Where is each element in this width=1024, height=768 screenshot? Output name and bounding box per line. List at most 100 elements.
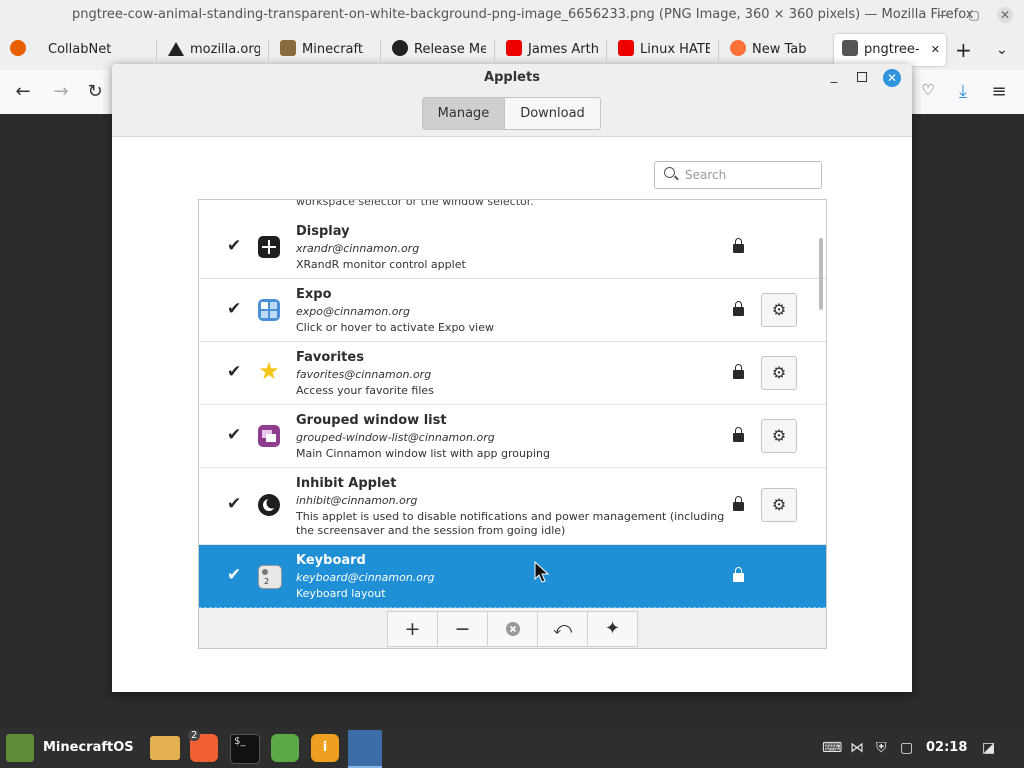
applet-description: Click or hover to activate Expo view — [296, 321, 494, 334]
dialog-minimize-icon[interactable]: _ — [826, 69, 842, 85]
applet-name: Favorites — [296, 350, 364, 365]
checkmark-icon[interactable]: ✔ — [227, 236, 241, 256]
terminal-icon[interactable]: $_ — [230, 734, 260, 764]
tab-list-chevron-icon[interactable]: ⌄ — [996, 34, 1008, 66]
configure-gear-icon[interactable]: ⚙ — [761, 419, 797, 453]
applet-description: Keyboard layout — [296, 587, 386, 600]
applet-row-keyboard[interactable]: ✔ 2 Keyboard keyboard@cinnamon.org Keybo… — [199, 545, 826, 608]
applet-row-expo[interactable]: ✔ Expo expo@cinnamon.org Click or hover … — [199, 279, 826, 342]
clipboard-icon[interactable]: ▢ — [900, 740, 913, 756]
applet-description: Access your favorite files — [296, 384, 434, 397]
reload-icon[interactable]: ↻ — [84, 81, 106, 102]
youtube-icon — [506, 40, 522, 56]
maximize-icon[interactable]: ▢ — [966, 7, 982, 23]
applet-toolbar: + − ⤺ ✦ — [198, 608, 827, 649]
network-icon[interactable]: ⋈ — [850, 740, 864, 756]
taskbar: MinecraftOS 2 $_ i ⌨ ⋈ ⛨ ▢ 02:18 ◪ — [0, 728, 1024, 768]
applet-name: Display — [296, 224, 350, 239]
tab-manage[interactable]: Manage — [422, 97, 505, 130]
tab-close-icon[interactable]: ✕ — [931, 34, 940, 66]
checkmark-icon[interactable]: ✔ — [227, 299, 241, 319]
lock-icon — [733, 427, 744, 442]
keyboard-layout-icon[interactable]: ⌨ — [822, 740, 842, 756]
remove-button[interactable]: − — [437, 611, 488, 647]
search-box[interactable] — [654, 161, 822, 189]
svg-text:2: 2 — [264, 577, 269, 586]
applet-uuid: expo@cinnamon.org — [296, 305, 410, 318]
downloads-icon[interactable]: ⤓ — [952, 81, 974, 102]
menu-hamburger-icon[interactable]: ≡ — [988, 81, 1010, 102]
applet-name: Inhibit Applet — [296, 476, 397, 491]
configure-gear-icon[interactable]: ⚙ — [761, 356, 797, 390]
tab-linux-hate[interactable]: Linux HATE — [618, 34, 710, 66]
firefox-view-icon[interactable] — [10, 34, 30, 66]
tab-mozilla[interactable]: mozilla.org — [168, 34, 260, 66]
checkmark-icon[interactable]: ✔ — [227, 494, 241, 514]
new-tab-button[interactable]: + — [955, 34, 972, 66]
applet-name: Expo — [296, 287, 332, 302]
menu-label[interactable]: MinecraftOS — [43, 740, 134, 755]
list-scrollbar[interactable] — [819, 238, 823, 310]
shield-tray-icon[interactable]: ⛨ — [876, 740, 887, 756]
youtube-icon — [618, 40, 634, 56]
firefox-icon — [730, 40, 746, 56]
minecraft-menu-icon[interactable] — [6, 734, 34, 762]
dialog-maximize-icon[interactable] — [857, 72, 867, 82]
checkmark-icon[interactable]: ✔ — [227, 565, 241, 585]
add-button[interactable]: + — [387, 611, 438, 647]
display-applet-icon — [258, 236, 280, 258]
lock-icon — [733, 301, 744, 316]
lock-icon — [733, 238, 744, 253]
tab-collabnet[interactable]: CollabNet — [48, 34, 148, 66]
minecraft-icon — [280, 40, 296, 56]
folder-icon[interactable] — [150, 736, 180, 760]
lock-icon — [733, 364, 744, 379]
mouse-cursor-icon — [534, 561, 550, 583]
expo-applet-icon — [258, 299, 280, 321]
tab-pngtree[interactable]: pngtree- ✕ — [834, 34, 946, 66]
tab-download[interactable]: Download — [504, 97, 601, 130]
image-icon — [842, 40, 858, 56]
workspace-icon[interactable]: ◪ — [982, 740, 995, 756]
grouped-windows-icon — [258, 425, 280, 447]
search-icon — [664, 167, 675, 178]
pocket-icon[interactable]: ♡ — [917, 81, 939, 99]
close-icon[interactable]: ✕ — [997, 7, 1013, 23]
applet-uuid: favorites@cinnamon.org — [296, 368, 432, 381]
applet-row-favorites[interactable]: ✔ ★ Favorites favorites@cinnamon.org Acc… — [199, 342, 826, 405]
checkmark-icon[interactable]: ✔ — [227, 362, 241, 382]
dialog-close-icon[interactable]: ✕ — [883, 69, 901, 87]
applet-row-inhibit[interactable]: ✔ Inhibit Applet inhibit@cinnamon.org Th… — [199, 468, 826, 545]
minimize-icon[interactable]: — — [935, 7, 951, 23]
list-item[interactable]: workspace selector or the window selecto… — [199, 200, 826, 217]
back-arrow-icon[interactable]: ← — [12, 81, 34, 102]
dialog-header: Applets _ ✕ Manage Download — [112, 64, 912, 137]
applets-dialog: Applets _ ✕ Manage Download workspace se… — [112, 64, 912, 692]
applet-uuid: keyboard@cinnamon.org — [296, 571, 435, 584]
uninstall-button[interactable] — [487, 611, 538, 647]
configure-gear-icon[interactable]: ⚙ — [761, 488, 797, 522]
applet-list[interactable]: workspace selector or the window selecto… — [198, 199, 827, 610]
shield-icon[interactable] — [271, 734, 299, 762]
applet-uuid: inhibit@cinnamon.org — [296, 494, 418, 507]
restore-button[interactable]: ⤺ — [537, 611, 588, 647]
firefox-title-bar: pngtree-cow-animal-standing-transparent-… — [0, 0, 1024, 30]
tab-new-tab[interactable]: New Tab — [730, 34, 822, 66]
more-options-button[interactable]: ✦ — [587, 611, 638, 647]
configure-gear-icon[interactable]: ⚙ — [761, 293, 797, 327]
tab-james-arth[interactable]: James Arth — [506, 34, 598, 66]
checkmark-icon[interactable]: ✔ — [227, 425, 241, 445]
clock[interactable]: 02:18 — [926, 740, 967, 755]
lock-icon — [733, 567, 744, 582]
applets-window-icon[interactable] — [348, 730, 382, 768]
applet-row-display[interactable]: ✔ Display xrandr@cinnamon.org XRandR mon… — [199, 216, 826, 279]
keyboard-applet-icon: 2 — [258, 565, 282, 589]
forward-arrow-icon[interactable]: → — [50, 81, 72, 102]
cancel-circle-icon — [505, 622, 520, 636]
tab-minecraft[interactable]: Minecraft — [280, 34, 372, 66]
dialog-title: Applets — [484, 70, 540, 85]
tab-release[interactable]: Release Me — [392, 34, 486, 66]
applet-row-grouped-window-list[interactable]: ✔ Grouped window list grouped-window-lis… — [199, 405, 826, 468]
search-input[interactable] — [683, 165, 817, 185]
info-icon[interactable]: i — [311, 734, 339, 762]
